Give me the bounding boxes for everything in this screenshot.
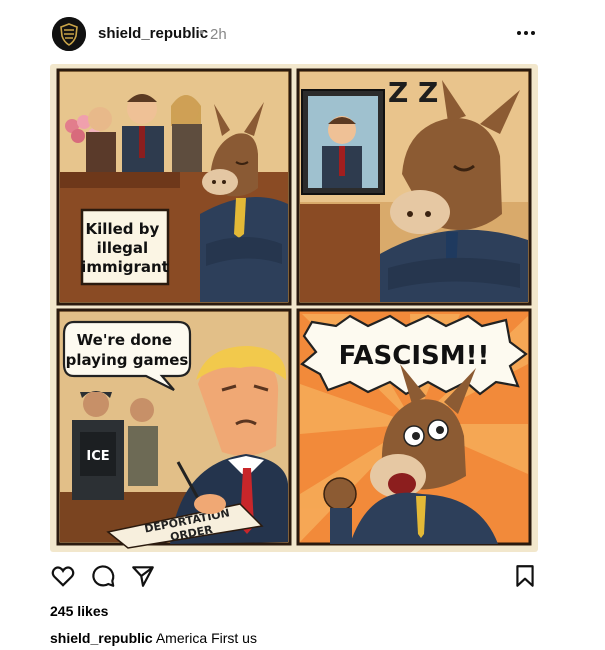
post-actions bbox=[50, 563, 538, 591]
likes-count[interactable]: 245 likes bbox=[50, 603, 108, 619]
panel-2: Z Z bbox=[296, 68, 532, 306]
bubble-line-2: playing games bbox=[66, 351, 189, 369]
more-options-icon[interactable] bbox=[514, 21, 538, 45]
ice-vest-text: ICE bbox=[86, 449, 109, 464]
sign-line-3: immigrant bbox=[81, 258, 169, 276]
heart-icon[interactable] bbox=[50, 563, 76, 589]
panel-3: We're done playing games ICE DEPORTATION… bbox=[56, 308, 292, 549]
caption-username[interactable]: shield_republic bbox=[50, 630, 153, 646]
bubble-line-1: We're done bbox=[77, 331, 172, 349]
post-time: 2h bbox=[210, 26, 227, 43]
sleep-zz: Z Z bbox=[388, 76, 438, 109]
avatar[interactable] bbox=[52, 17, 86, 51]
separator-dot: • bbox=[199, 24, 205, 41]
post-caption: shield_republic America First us bbox=[50, 630, 257, 646]
post-username[interactable]: shield_republic bbox=[98, 25, 208, 42]
shield-logo-icon bbox=[52, 17, 86, 51]
sign-line-1: Killed by bbox=[86, 220, 160, 238]
panel-4: FASCISM!! bbox=[296, 308, 532, 546]
comment-icon[interactable] bbox=[90, 563, 116, 589]
comic-strip: Killed by illegal immigrant Z Z We're do… bbox=[56, 68, 532, 549]
bookmark-icon[interactable] bbox=[512, 563, 538, 589]
caption-text: America First us bbox=[155, 630, 257, 646]
share-icon[interactable] bbox=[130, 563, 156, 589]
sign-line-2: illegal bbox=[97, 239, 149, 257]
fascism-shout: FASCISM!! bbox=[339, 341, 490, 371]
panel-1: Killed by illegal immigrant bbox=[56, 68, 292, 306]
post-image[interactable]: Killed by illegal immigrant Z Z We're do… bbox=[50, 64, 538, 552]
post-header: shield_republic • 2h bbox=[52, 15, 538, 53]
